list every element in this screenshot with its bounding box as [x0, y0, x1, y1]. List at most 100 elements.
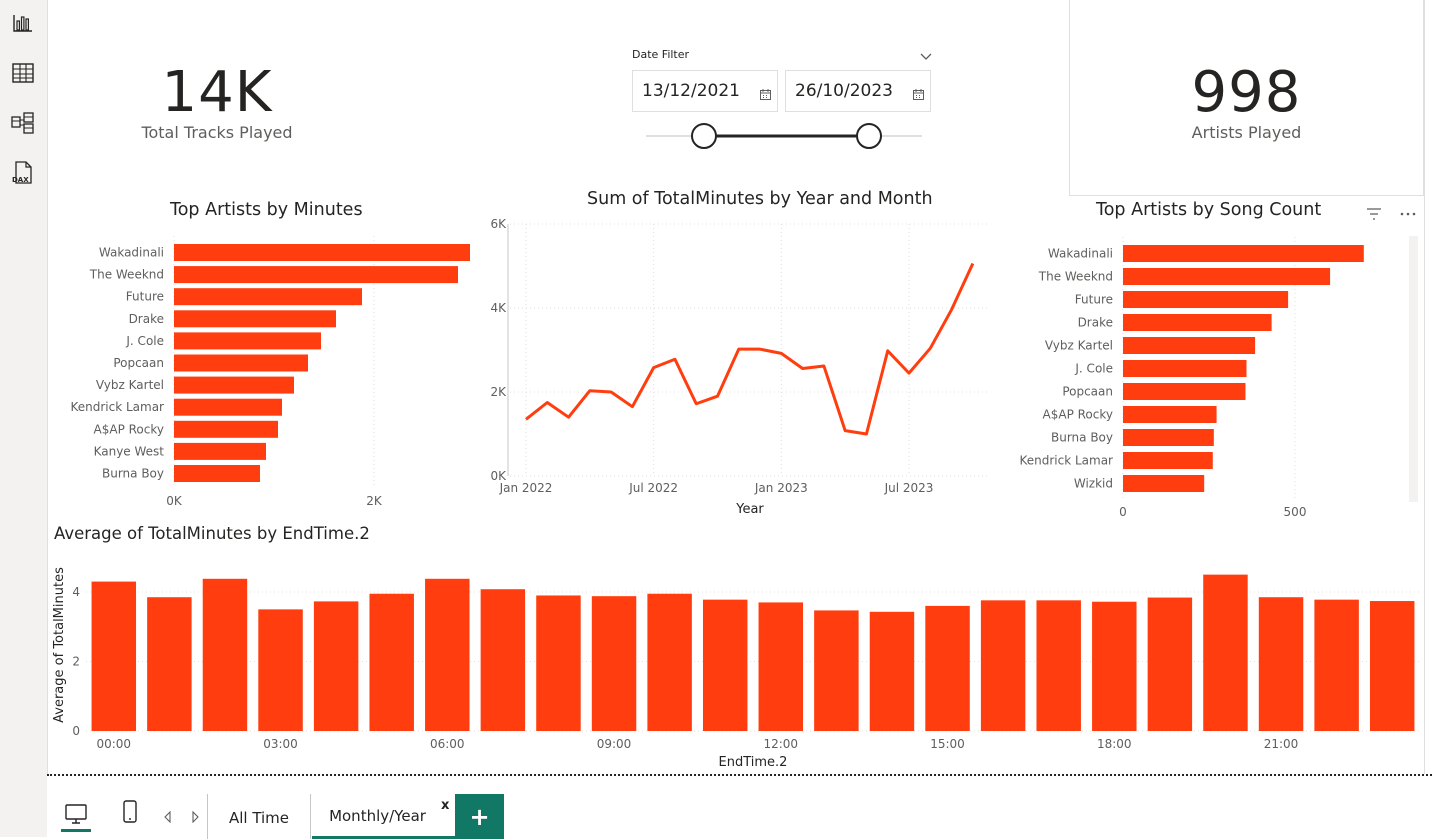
bar-14-00[interactable] — [869, 611, 915, 731]
desktop-layout-icon[interactable] — [61, 802, 91, 836]
bar-17-00[interactable] — [1036, 600, 1081, 731]
x-tick-label: 0K — [166, 494, 183, 508]
calendar-icon[interactable] — [913, 85, 924, 105]
bar-03-00[interactable] — [258, 609, 303, 731]
bar-drake[interactable] — [1123, 314, 1272, 331]
mobile-layout-icon[interactable] — [121, 800, 139, 828]
bar-wakadinali[interactable] — [174, 244, 470, 261]
tab-all-time[interactable]: All Time — [209, 796, 309, 839]
end-date-input[interactable]: 26/10/2023 — [785, 70, 931, 112]
bar-the-weeknd[interactable] — [1123, 268, 1331, 285]
category-label-future: Future — [126, 290, 164, 304]
series-line[interactable] — [525, 262, 975, 436]
bar-02-00[interactable] — [202, 578, 248, 731]
tab-divider — [310, 794, 311, 839]
y-tick-label: 2K — [490, 385, 507, 399]
bar-21-00[interactable] — [1258, 597, 1304, 731]
bar-22-00[interactable] — [1314, 599, 1359, 731]
y-axis-title: Average of TotalMinutes — [52, 567, 67, 723]
bar-18-00[interactable] — [1092, 601, 1137, 731]
x-tick-label: Jan 2022 — [499, 481, 553, 495]
x-tick-label: 0 — [1119, 505, 1127, 519]
bar-20-00[interactable] — [1203, 574, 1248, 731]
total-tracks-label: Total Tracks Played — [141, 123, 293, 142]
bar-01-00[interactable] — [147, 597, 192, 731]
bar-10-00[interactable] — [647, 593, 692, 731]
category-label-kanye-west: Kanye West — [94, 444, 165, 458]
bar-04-00[interactable] — [313, 601, 359, 731]
bar-burna-boy[interactable] — [1123, 429, 1214, 446]
category-label-wizkid: Wizkid — [1074, 477, 1113, 491]
date-filter-slicer: Date Filter 13/12/2021 26/10/2023 — [622, 40, 942, 160]
x-tick-label: 500 — [1284, 505, 1307, 519]
bar-08-00[interactable] — [536, 595, 581, 731]
bar-16-00[interactable] — [980, 600, 1026, 731]
category-label-drake: Drake — [129, 312, 164, 326]
bar-burna-boy[interactable] — [174, 465, 260, 482]
bar-drake[interactable] — [174, 310, 336, 328]
minutes-bar-chart: 0K 2K Wakadinali The Weeknd Future Drake J. Co… — [70, 236, 470, 508]
bar-the-weeknd[interactable] — [174, 266, 458, 284]
bar-06-00[interactable] — [425, 578, 470, 731]
chevron-down-icon[interactable] — [920, 46, 932, 65]
artists-played-label: Artists Played — [1191, 123, 1302, 142]
bar-11-00[interactable] — [702, 599, 748, 731]
bar-j-cole[interactable] — [1123, 360, 1247, 377]
bar-j-cole[interactable] — [174, 332, 321, 350]
total-tracks-card: 14K Total Tracks Played — [117, 60, 317, 160]
category-label-j-cole: J. Cole — [125, 334, 164, 348]
bar-05-00[interactable] — [369, 593, 414, 731]
bar-wizkid[interactable] — [1123, 475, 1205, 492]
bar-09-00[interactable] — [591, 596, 637, 731]
bar-popcaan[interactable] — [174, 354, 308, 372]
bar-wakadinali[interactable] — [1123, 245, 1364, 262]
x-axis-title: Year — [735, 502, 764, 517]
bar-12-00[interactable] — [758, 602, 804, 731]
bar-kendrick-lamar[interactable] — [174, 398, 282, 416]
bar-00-00[interactable] — [91, 581, 137, 731]
y-tick-label: 6K — [490, 217, 507, 231]
bar-13-00[interactable] — [814, 610, 859, 731]
filter-icon[interactable] — [1366, 206, 1382, 225]
model-view-icon[interactable] — [11, 111, 35, 135]
bar-kanye-west[interactable] — [174, 442, 266, 460]
bar-vybz-kartel[interactable] — [1123, 337, 1256, 354]
songs-chart-title: Top Artists by Song Count — [1096, 200, 1322, 220]
start-date-value: 13/12/2021 — [642, 81, 740, 101]
category-label-the-weeknd: The Weeknd — [1038, 270, 1113, 284]
songs-chart-scrollbar[interactable] — [1409, 236, 1418, 502]
calendar-icon[interactable] — [760, 85, 771, 105]
next-page-icon[interactable] — [190, 808, 200, 827]
close-tab-icon[interactable]: x — [441, 798, 449, 813]
dax-query-icon[interactable]: DAX — [11, 161, 35, 185]
slider-start-handle[interactable] — [691, 123, 717, 149]
start-date-input[interactable]: 13/12/2021 — [632, 70, 778, 112]
bar-15-00[interactable] — [925, 605, 970, 731]
bar-a-ap-rocky[interactable] — [1123, 406, 1217, 423]
more-options-icon[interactable] — [1400, 206, 1416, 225]
tab-divider — [207, 794, 208, 839]
report-view-icon[interactable] — [11, 11, 35, 35]
table-view-icon[interactable] — [11, 61, 35, 85]
category-label-drake: Drake — [1078, 316, 1113, 330]
hourly-chart-title: Average of TotalMinutes by EndTime.2 — [54, 524, 370, 543]
tab-monthly-year[interactable]: Monthly/Year — [312, 796, 455, 839]
add-page-button[interactable]: + — [455, 794, 504, 839]
category-label-popcaan: Popcaan — [1062, 385, 1113, 399]
bar-popcaan[interactable] — [1123, 383, 1246, 400]
monthly-line-chart: 0K2K4K6KJan 2022 Jul 2022 Jan 2023 Jul 2023… — [490, 217, 990, 517]
category-label-kendrick-lamar: Kendrick Lamar — [1019, 454, 1113, 468]
bar-07-00[interactable] — [480, 589, 526, 731]
bar-19-00[interactable] — [1147, 597, 1193, 731]
slider-end-handle[interactable] — [856, 123, 882, 149]
artists-played-value: 998 — [1191, 60, 1302, 125]
bar-kendrick-lamar[interactable] — [1123, 452, 1213, 469]
bar-vybz-kartel[interactable] — [174, 376, 294, 394]
y-tick-label: 2 — [72, 655, 80, 669]
bar-future[interactable] — [1123, 291, 1289, 308]
bar-a-ap-rocky[interactable] — [174, 420, 278, 438]
date-range-slider[interactable] — [642, 122, 926, 150]
bar-23-00[interactable] — [1369, 601, 1415, 731]
previous-page-icon[interactable] — [163, 808, 173, 827]
bar-future[interactable] — [174, 288, 362, 306]
